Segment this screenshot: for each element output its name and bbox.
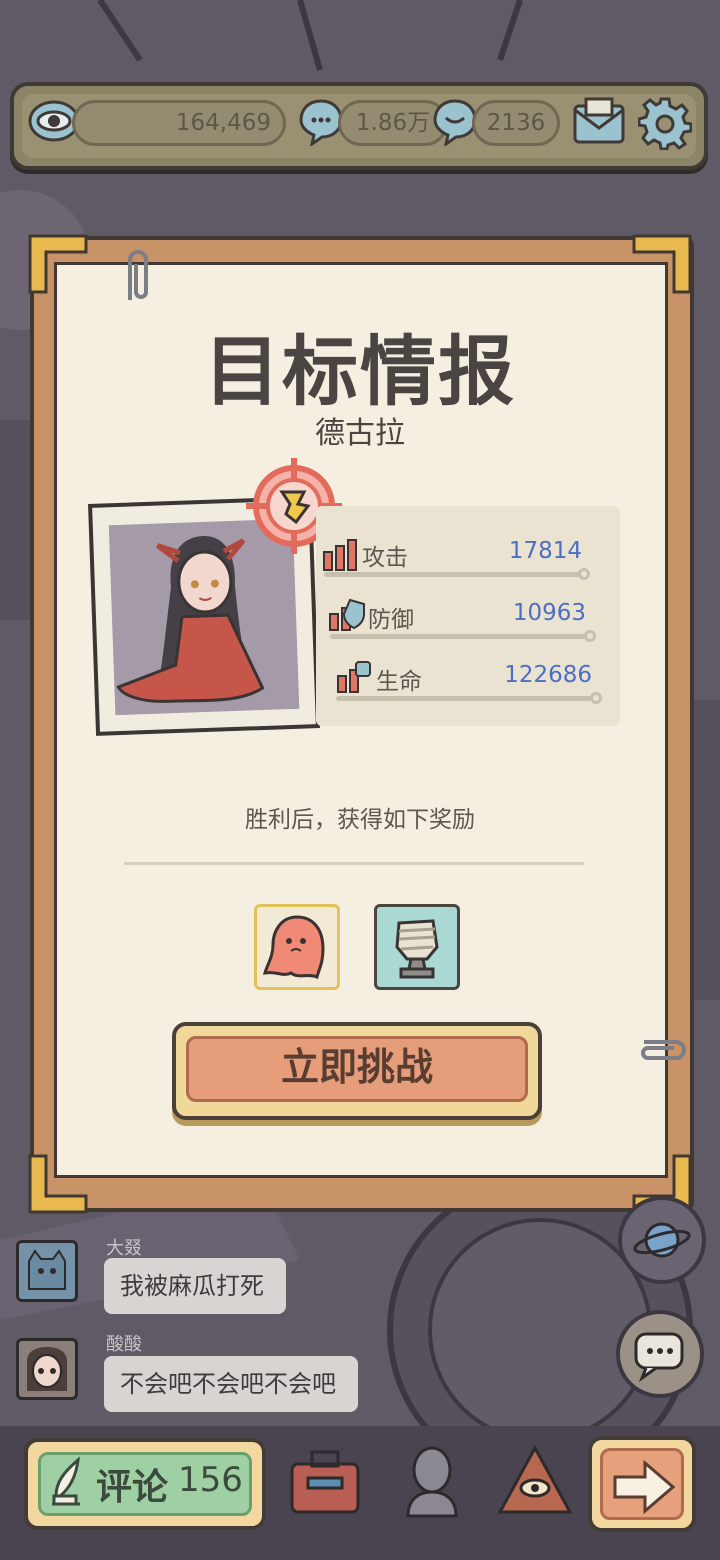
card-title: 目标情报 xyxy=(204,327,516,416)
planet-button[interactable] xyxy=(618,1196,706,1284)
replies-count: 2136 xyxy=(472,100,560,146)
gear-icon[interactable] xyxy=(638,96,692,150)
challenge-now-label: 立即挑战 xyxy=(186,1036,528,1102)
defense-divider-end xyxy=(584,630,596,642)
chat-message: 不会吧不会吧不会吧 xyxy=(104,1356,358,1412)
attack-label: 攻击 xyxy=(362,545,408,571)
mail-icon[interactable] xyxy=(572,96,626,146)
corner-bracket-top-right xyxy=(632,234,692,294)
health-stat-icon xyxy=(337,661,371,693)
avatar[interactable] xyxy=(16,1338,78,1400)
reward-slot-1[interactable] xyxy=(254,904,340,990)
comment-count: 156 xyxy=(178,1460,243,1500)
side-paperclip-icon xyxy=(641,1040,686,1060)
reward-slot-2[interactable] xyxy=(374,904,460,990)
planet-icon xyxy=(633,1222,691,1258)
defense-label: 防御 xyxy=(368,607,414,633)
challenge-now-button[interactable]: 立即挑战 xyxy=(172,1022,542,1120)
chat-message: 我被麻瓜打死 xyxy=(104,1258,286,1314)
attack-value: 17814 xyxy=(508,538,582,564)
reward-divider xyxy=(124,862,584,865)
next-button[interactable] xyxy=(588,1436,696,1532)
defense-divider xyxy=(330,634,588,639)
cat-avatar-icon xyxy=(28,1249,66,1290)
chat-toggle-button[interactable] xyxy=(616,1310,704,1398)
attack-stat-icon xyxy=(323,539,357,571)
toolbox-icon[interactable] xyxy=(286,1442,364,1520)
comment-label: 评论 xyxy=(96,1467,169,1508)
corner-bracket-bottom-left xyxy=(28,1154,88,1214)
corner-bracket-top-left xyxy=(28,234,88,294)
next-arrow-icon xyxy=(613,1459,676,1515)
avatar[interactable] xyxy=(16,1240,78,1302)
health-value: 122686 xyxy=(504,662,592,688)
paperclip-icon xyxy=(128,250,148,300)
red-ghost-reward-icon xyxy=(262,915,325,980)
target-name: 德古拉 xyxy=(315,416,405,451)
health-divider-end xyxy=(590,692,602,704)
defense-value: 10963 xyxy=(512,600,586,626)
reward-caption: 胜利后，获得如下奖励 xyxy=(245,807,475,833)
chat-username: 大叕 xyxy=(106,1238,142,1259)
chat-username: 酸酸 xyxy=(106,1334,142,1355)
health-label: 生命 xyxy=(376,669,422,695)
pyramid-eye-icon[interactable] xyxy=(496,1442,574,1520)
attack-divider xyxy=(324,572,582,577)
attack-divider-end xyxy=(578,568,590,580)
health-divider xyxy=(336,696,594,701)
mummy-statue-reward-icon xyxy=(395,919,439,979)
chat-icon xyxy=(634,1332,684,1383)
bust-statue-icon[interactable] xyxy=(394,1442,472,1520)
views-count: 164,469 xyxy=(72,100,286,146)
defense-stat-icon xyxy=(329,598,365,631)
girl-avatar-icon xyxy=(27,1347,67,1391)
quill-icon xyxy=(52,1456,80,1506)
